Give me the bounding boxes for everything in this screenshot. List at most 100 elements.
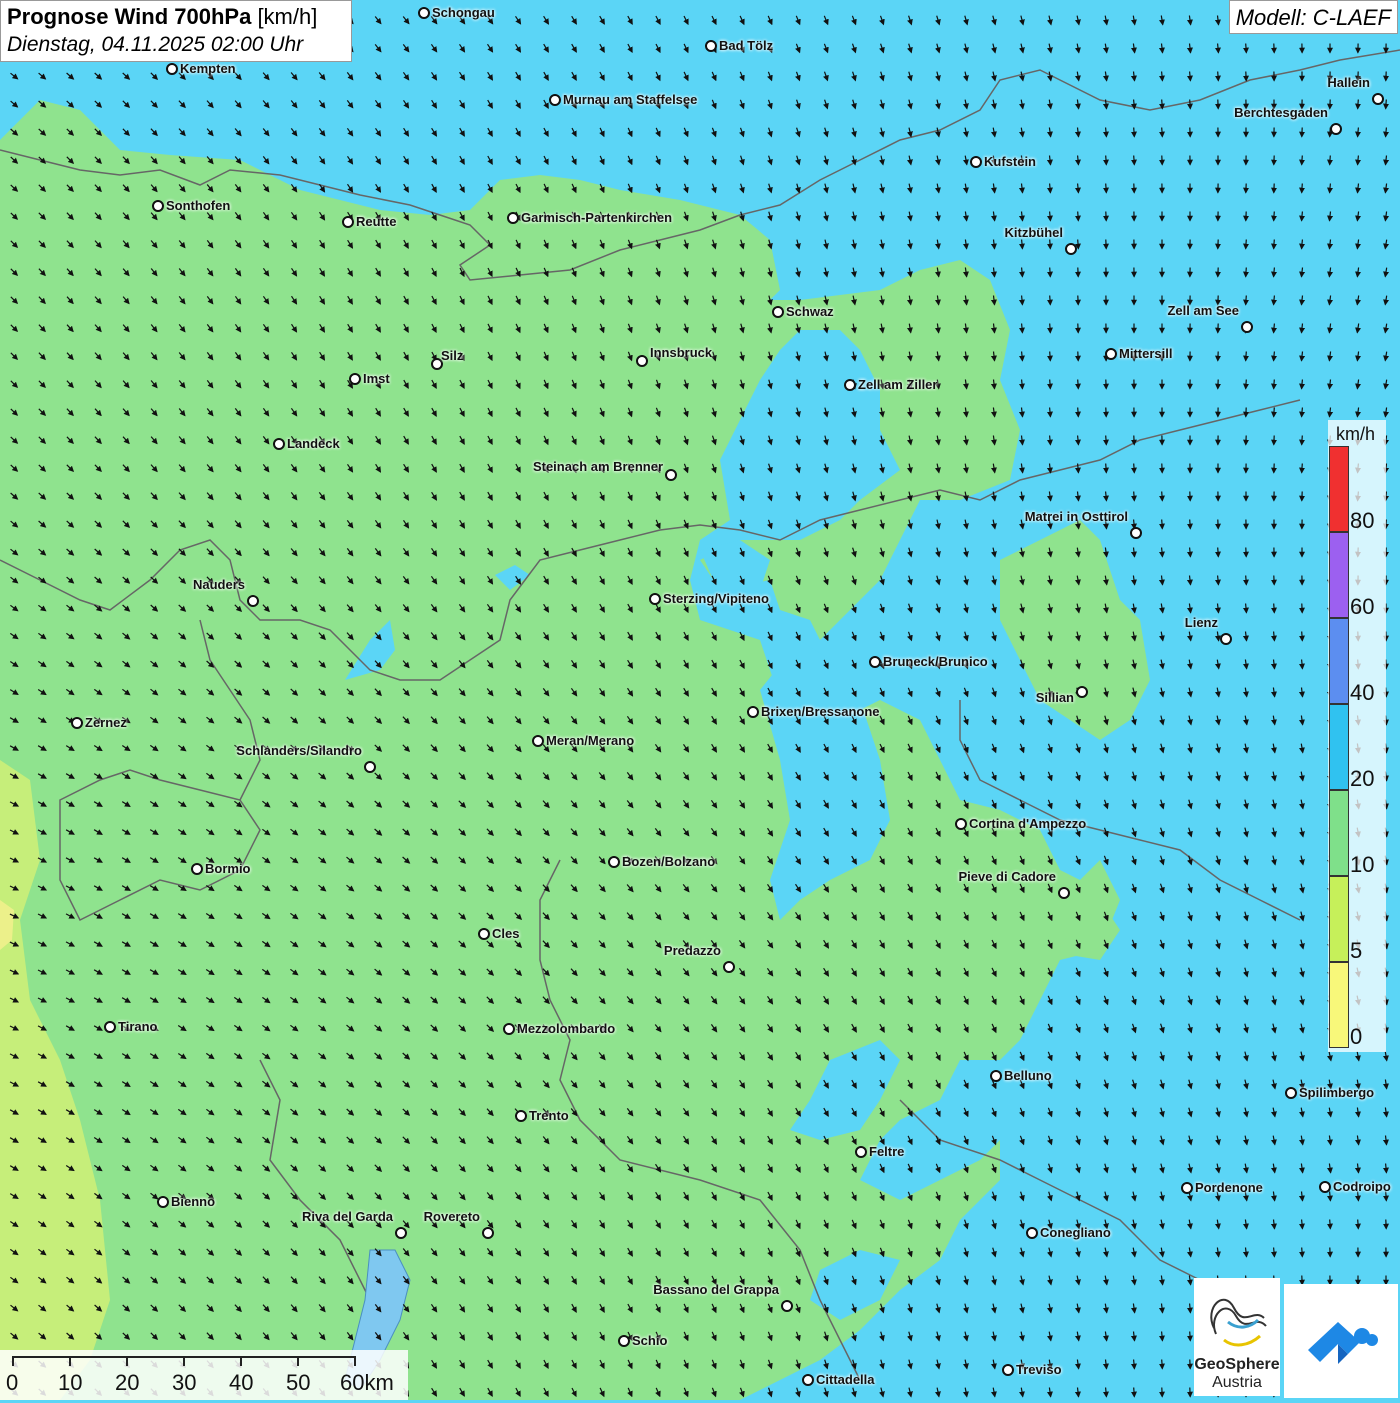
wind-arrow bbox=[1078, 464, 1079, 473]
city-label: Schwaz bbox=[786, 304, 834, 319]
wind-arrow bbox=[1190, 1304, 1191, 1313]
city-marker bbox=[1076, 686, 1088, 698]
city-marker bbox=[157, 1196, 169, 1208]
wind-arrow bbox=[1274, 408, 1275, 417]
wind-arrow bbox=[1022, 324, 1023, 333]
scale-label: 10 bbox=[58, 1370, 82, 1396]
wind-arrow bbox=[1330, 156, 1331, 165]
city-marker bbox=[1058, 887, 1070, 899]
wind-arrow bbox=[1302, 408, 1303, 417]
wind-arrow bbox=[1050, 296, 1051, 305]
city-label: Sonthofen bbox=[166, 198, 230, 213]
city-marker bbox=[1002, 1364, 1014, 1376]
wind-arrow bbox=[1050, 324, 1051, 333]
app-logo bbox=[1284, 1284, 1398, 1398]
wind-arrow bbox=[1190, 72, 1191, 81]
city-label: Feltre bbox=[869, 1144, 904, 1159]
wind-arrow bbox=[1358, 1220, 1359, 1229]
city-marker bbox=[532, 735, 544, 747]
city-label: Bad Tölz bbox=[719, 38, 773, 53]
city-marker bbox=[71, 717, 83, 729]
wind-arrow bbox=[1246, 352, 1247, 361]
city-marker bbox=[191, 863, 203, 875]
wind-arrow bbox=[1134, 492, 1135, 501]
city-marker bbox=[608, 856, 620, 868]
legend-bar-60-80 bbox=[1329, 532, 1349, 618]
wind-arrow bbox=[1386, 100, 1387, 109]
city-label: Treviso bbox=[1016, 1362, 1062, 1377]
wind-arrow bbox=[1218, 72, 1219, 81]
wind-arrow bbox=[1246, 604, 1247, 613]
city-marker bbox=[772, 306, 784, 318]
city-label: Innsbruck bbox=[650, 345, 712, 360]
city-marker bbox=[166, 63, 178, 75]
city-label: Riva del Garda bbox=[302, 1209, 393, 1224]
wind-arrow bbox=[1134, 100, 1135, 109]
city-label: Kitzbühel bbox=[1005, 225, 1064, 240]
city-marker bbox=[705, 40, 717, 52]
city-marker bbox=[478, 928, 490, 940]
city-label: Mezzolombardo bbox=[517, 1021, 615, 1036]
city-marker bbox=[395, 1227, 407, 1239]
city-label: Schongau bbox=[432, 5, 495, 20]
city-label: Bienno bbox=[171, 1194, 215, 1209]
title-name: Prognose Wind 700hPa bbox=[7, 4, 251, 29]
wind-arrow bbox=[1134, 464, 1135, 473]
wind-arrow bbox=[1134, 128, 1135, 137]
city-label: Steinach am Brenner bbox=[533, 459, 663, 474]
city-label: Schlanders/Silandro bbox=[236, 743, 362, 758]
geosphere-logo-subtext: Austria bbox=[1194, 1374, 1280, 1392]
wind-arrow bbox=[1078, 212, 1079, 221]
wind-arrow bbox=[1106, 436, 1107, 445]
city-marker bbox=[665, 469, 677, 481]
city-marker bbox=[649, 593, 661, 605]
legend: km/h 80 60 40 20 10 5 0 bbox=[1328, 420, 1386, 1052]
city-marker bbox=[418, 7, 430, 19]
city-marker bbox=[364, 761, 376, 773]
wind-arrow bbox=[1162, 548, 1163, 557]
wind-arrow bbox=[1078, 156, 1079, 165]
legend-tick-0: 0 bbox=[1350, 1024, 1362, 1050]
wind-arrow bbox=[1302, 1248, 1303, 1257]
wind-arrow bbox=[1218, 44, 1219, 53]
city-marker bbox=[507, 212, 519, 224]
legend-bar-80plus bbox=[1329, 446, 1349, 532]
wind-arrow bbox=[1274, 380, 1275, 389]
city-label: Cortina d'Ampezzo bbox=[969, 816, 1086, 831]
wind-arrow bbox=[1078, 408, 1079, 417]
legend-tick-10: 10 bbox=[1350, 852, 1374, 878]
city-marker bbox=[503, 1023, 515, 1035]
city-label: Spilimbergo bbox=[1299, 1085, 1374, 1100]
city-label: Codroipo bbox=[1333, 1179, 1391, 1194]
legend-tick-80: 80 bbox=[1350, 508, 1374, 534]
scale-tick bbox=[12, 1356, 14, 1366]
wind-arrow bbox=[1274, 352, 1275, 361]
city-label: Pieve di Cadore bbox=[958, 869, 1056, 884]
wind-arrow bbox=[1386, 1164, 1387, 1173]
city-marker bbox=[1026, 1227, 1038, 1239]
city-label: Nauders bbox=[193, 577, 245, 592]
scale-tick bbox=[354, 1356, 356, 1366]
wind-arrow bbox=[1162, 1360, 1163, 1369]
wind-arrow bbox=[1246, 576, 1247, 585]
city-marker bbox=[349, 373, 361, 385]
wind-arrow bbox=[1330, 184, 1331, 193]
wind-arrow bbox=[1162, 128, 1163, 137]
city-marker bbox=[1330, 123, 1342, 135]
scale-tick bbox=[183, 1356, 185, 1366]
city-label: Reutte bbox=[356, 214, 396, 229]
city-label: Hallein bbox=[1327, 75, 1370, 90]
city-marker bbox=[723, 961, 735, 973]
scale-tick bbox=[69, 1356, 71, 1366]
scale-label: 40 bbox=[229, 1370, 253, 1396]
wind-arrow bbox=[1162, 520, 1163, 529]
wind-arrow bbox=[1330, 1220, 1331, 1229]
wind-arrow bbox=[1302, 660, 1303, 669]
wind-arrow bbox=[1274, 296, 1275, 305]
city-marker bbox=[955, 818, 967, 830]
city-marker bbox=[1285, 1087, 1297, 1099]
city-marker bbox=[802, 1374, 814, 1386]
city-label: Imst bbox=[363, 371, 390, 386]
city-marker bbox=[549, 94, 561, 106]
wind-arrow bbox=[1274, 604, 1275, 613]
